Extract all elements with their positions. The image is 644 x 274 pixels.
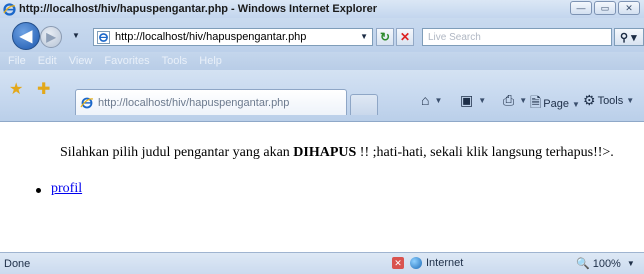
print-button[interactable]: ⎙ ▼ (503, 92, 527, 109)
page-menu-button[interactable]: 🗎 Page ▼ (530, 92, 580, 116)
zoom-dropdown-icon: ▼ (626, 259, 635, 268)
stop-icon: ✕ (399, 30, 411, 44)
profil-link[interactable]: profil (51, 181, 82, 197)
tab-current[interactable]: http://localhost/hiv/hapuspengantar.php (75, 89, 347, 115)
message-text-start: Silahkan pilih judul pengantar yang akan (60, 145, 294, 160)
home-button[interactable]: ⌂ ▼ (421, 92, 442, 108)
add-favorites-icon[interactable]: ✚ (37, 79, 50, 99)
close-button[interactable]: ✕ (618, 1, 640, 15)
bullet-icon (36, 187, 41, 193)
minimize-icon: — (576, 2, 586, 13)
address-field[interactable]: http://localhost/hiv/hapuspengantar.php … (93, 28, 373, 46)
tab-label: http://localhost/hiv/hapuspengantar.php (98, 96, 290, 109)
page-icon: 🗎 (530, 94, 542, 110)
address-dropdown-icon[interactable]: ▼ (360, 32, 368, 41)
tab-command-row: ★ ✚ http://localhost/hiv/hapuspengantar.… (0, 70, 644, 122)
title-bar: http://localhost/hiv/hapuspengantar.php … (0, 0, 644, 18)
pengantar-list: profil (36, 181, 82, 197)
back-arrow-icon: ◀ (19, 28, 33, 45)
list-item: profil (36, 181, 82, 197)
menu-help[interactable]: Help (199, 55, 222, 67)
ie-logo-icon (3, 2, 16, 16)
new-tab-button[interactable] (350, 94, 378, 115)
internet-globe-icon (410, 257, 422, 269)
instruction-message: Silahkan pilih judul pengantar yang akan… (60, 145, 614, 161)
zoom-icon: 🔍 (576, 258, 590, 270)
feeds-icon: ▣ (460, 92, 474, 108)
security-zone[interactable]: ✕ Internet (392, 257, 463, 269)
window-title: http://localhost/hiv/hapuspengantar.php … (19, 3, 378, 15)
message-text-end: !! ;hati-hati, sekali klik langsung terh… (356, 145, 614, 160)
stop-button[interactable]: ✕ (396, 28, 414, 46)
address-url: http://localhost/hiv/hapuspengantar.php (115, 31, 307, 43)
home-icon: ⌂ (421, 92, 430, 108)
gear-icon: ⚙ (583, 92, 596, 108)
menu-tools[interactable]: Tools (162, 55, 188, 67)
window-controls: — ▭ ✕ (570, 1, 640, 15)
feeds-button[interactable]: ▣ ▼ (460, 92, 486, 109)
menu-bar: File Edit View Favorites Tools Help (0, 52, 644, 70)
refresh-icon: ↻ (379, 30, 391, 44)
maximize-icon: ▭ (600, 2, 610, 13)
search-icon: ⚲ (620, 31, 629, 44)
tools-menu-label: Tools (597, 94, 624, 107)
close-icon: ✕ (625, 2, 633, 13)
address-row: ◀ ▶ ▼ http://localhost/hiv/hapuspenganta… (0, 18, 644, 52)
menu-view[interactable]: View (69, 55, 93, 67)
message-emphasis: DIHAPUS (293, 145, 357, 160)
search-input[interactable]: Live Search (422, 28, 612, 46)
menu-favorites[interactable]: Favorites (104, 55, 149, 67)
back-button[interactable]: ◀ (12, 22, 40, 50)
zone-label: Internet (426, 257, 464, 269)
status-text: Done (4, 257, 31, 270)
protected-mode-icon: ✕ (392, 257, 404, 269)
tab-favicon-icon (80, 97, 94, 108)
maximize-button[interactable]: ▭ (594, 1, 616, 15)
zoom-control[interactable]: 🔍 100% ▼ (576, 257, 635, 271)
refresh-button[interactable]: ↻ (376, 28, 394, 46)
recent-pages-dropdown[interactable]: ▼ (72, 31, 80, 40)
menu-file[interactable]: File (8, 55, 26, 67)
menu-edit[interactable]: Edit (38, 55, 57, 67)
zoom-level: 100% (592, 257, 621, 270)
status-bar: Done ✕ Internet 🔍 100% ▼ (0, 252, 644, 274)
minimize-button[interactable]: — (570, 1, 592, 15)
forward-button[interactable]: ▶ (40, 26, 62, 48)
page-favicon-icon (97, 30, 110, 44)
page-content: Silahkan pilih judul pengantar yang akan… (0, 123, 644, 252)
tools-menu-button[interactable]: ⚙ Tools ▼ (583, 92, 634, 109)
search-placeholder: Live Search (428, 31, 481, 43)
print-icon: ⎙ (503, 92, 515, 108)
forward-arrow-icon: ▶ (46, 30, 56, 44)
favorites-star-icon[interactable]: ★ (9, 79, 23, 99)
page-menu-label: Page (543, 98, 569, 110)
search-button[interactable]: ⚲ ▾ (614, 28, 644, 46)
